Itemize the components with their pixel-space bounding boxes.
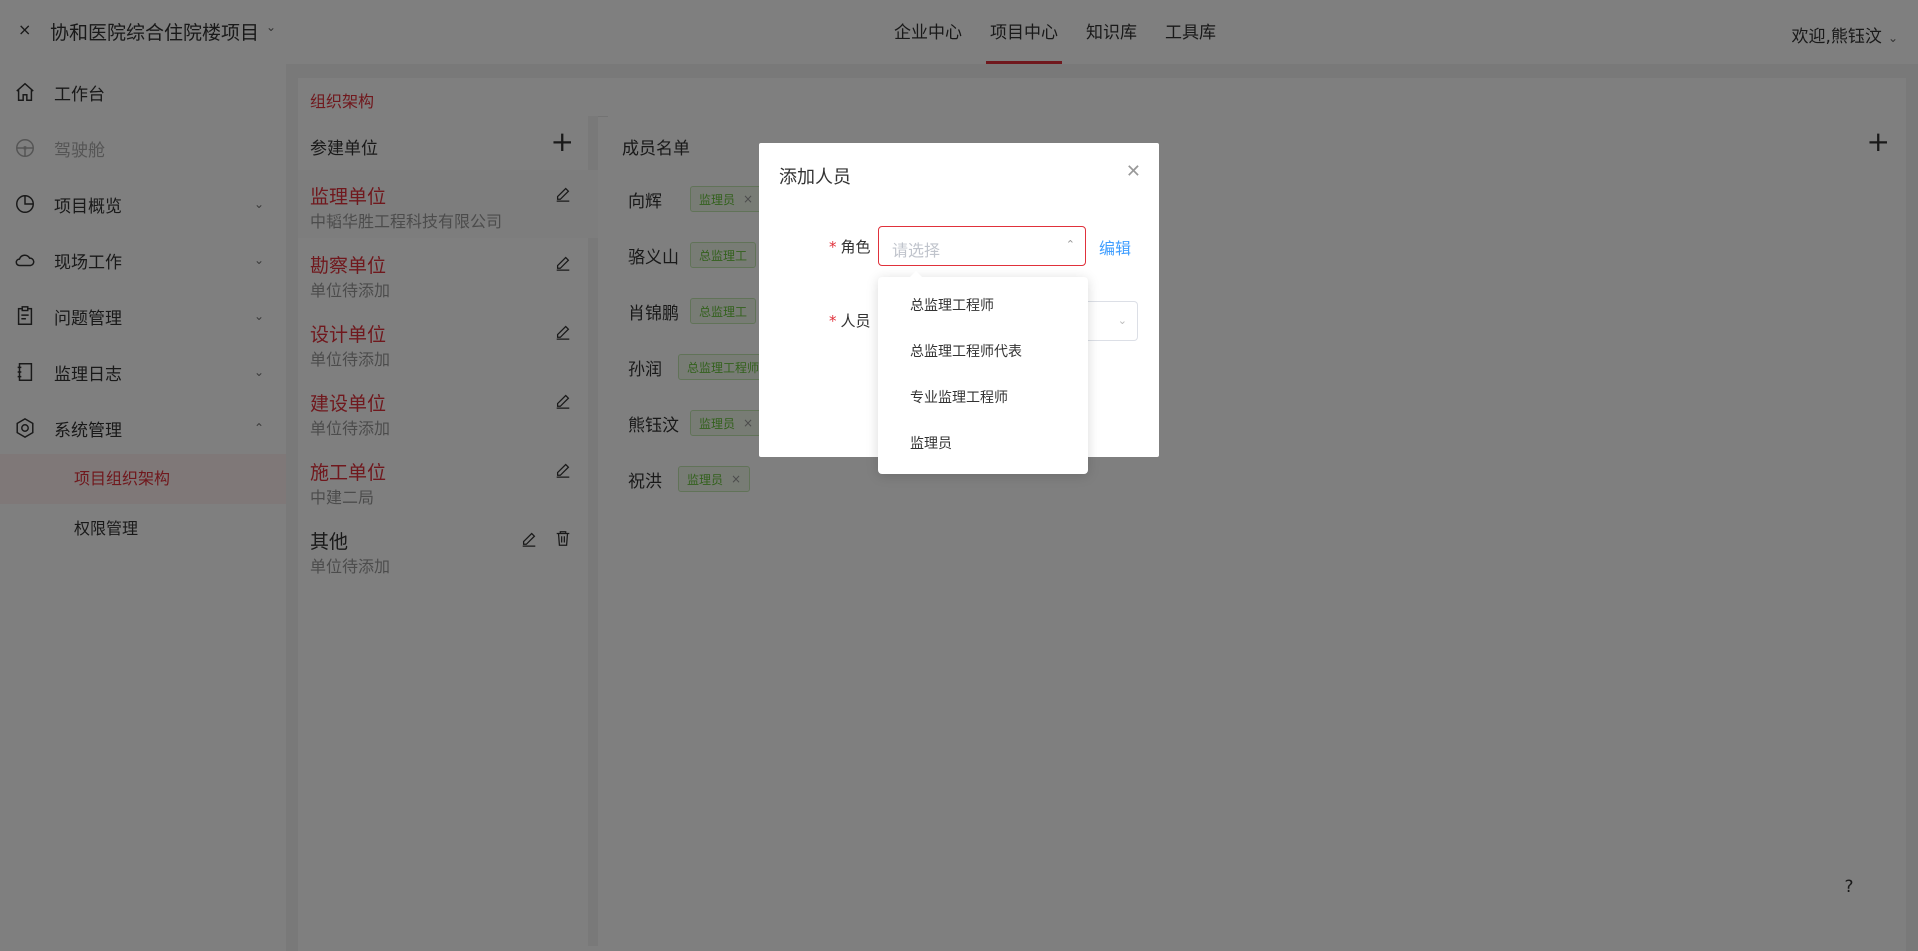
role-option[interactable]: 总监理工程师 bbox=[878, 283, 1088, 329]
role-option[interactable]: 专业监理工程师 bbox=[878, 375, 1088, 421]
role-option[interactable]: 监理员 bbox=[878, 421, 1088, 467]
role-label: * 角色 bbox=[829, 238, 871, 256]
role-dropdown: 总监理工程师 总监理工程师代表 专业监理工程师 监理员 bbox=[878, 271, 1088, 474]
edit-roles-link[interactable]: 编辑 bbox=[1099, 235, 1131, 259]
close-icon[interactable]: ✕ bbox=[1126, 161, 1141, 182]
person-label: * 人员 bbox=[829, 312, 871, 330]
person-select[interactable]: ⌄ bbox=[1086, 301, 1138, 341]
chevron-down-icon: ⌄ bbox=[1117, 314, 1127, 327]
role-select[interactable]: 请选择 ⌃ bbox=[878, 226, 1086, 266]
role-select-placeholder: 请选择 bbox=[892, 241, 941, 260]
chevron-up-icon: ⌃ bbox=[1065, 238, 1075, 251]
role-option[interactable]: 总监理工程师代表 bbox=[878, 329, 1088, 375]
dialog-title: 添加人员 bbox=[779, 167, 851, 188]
